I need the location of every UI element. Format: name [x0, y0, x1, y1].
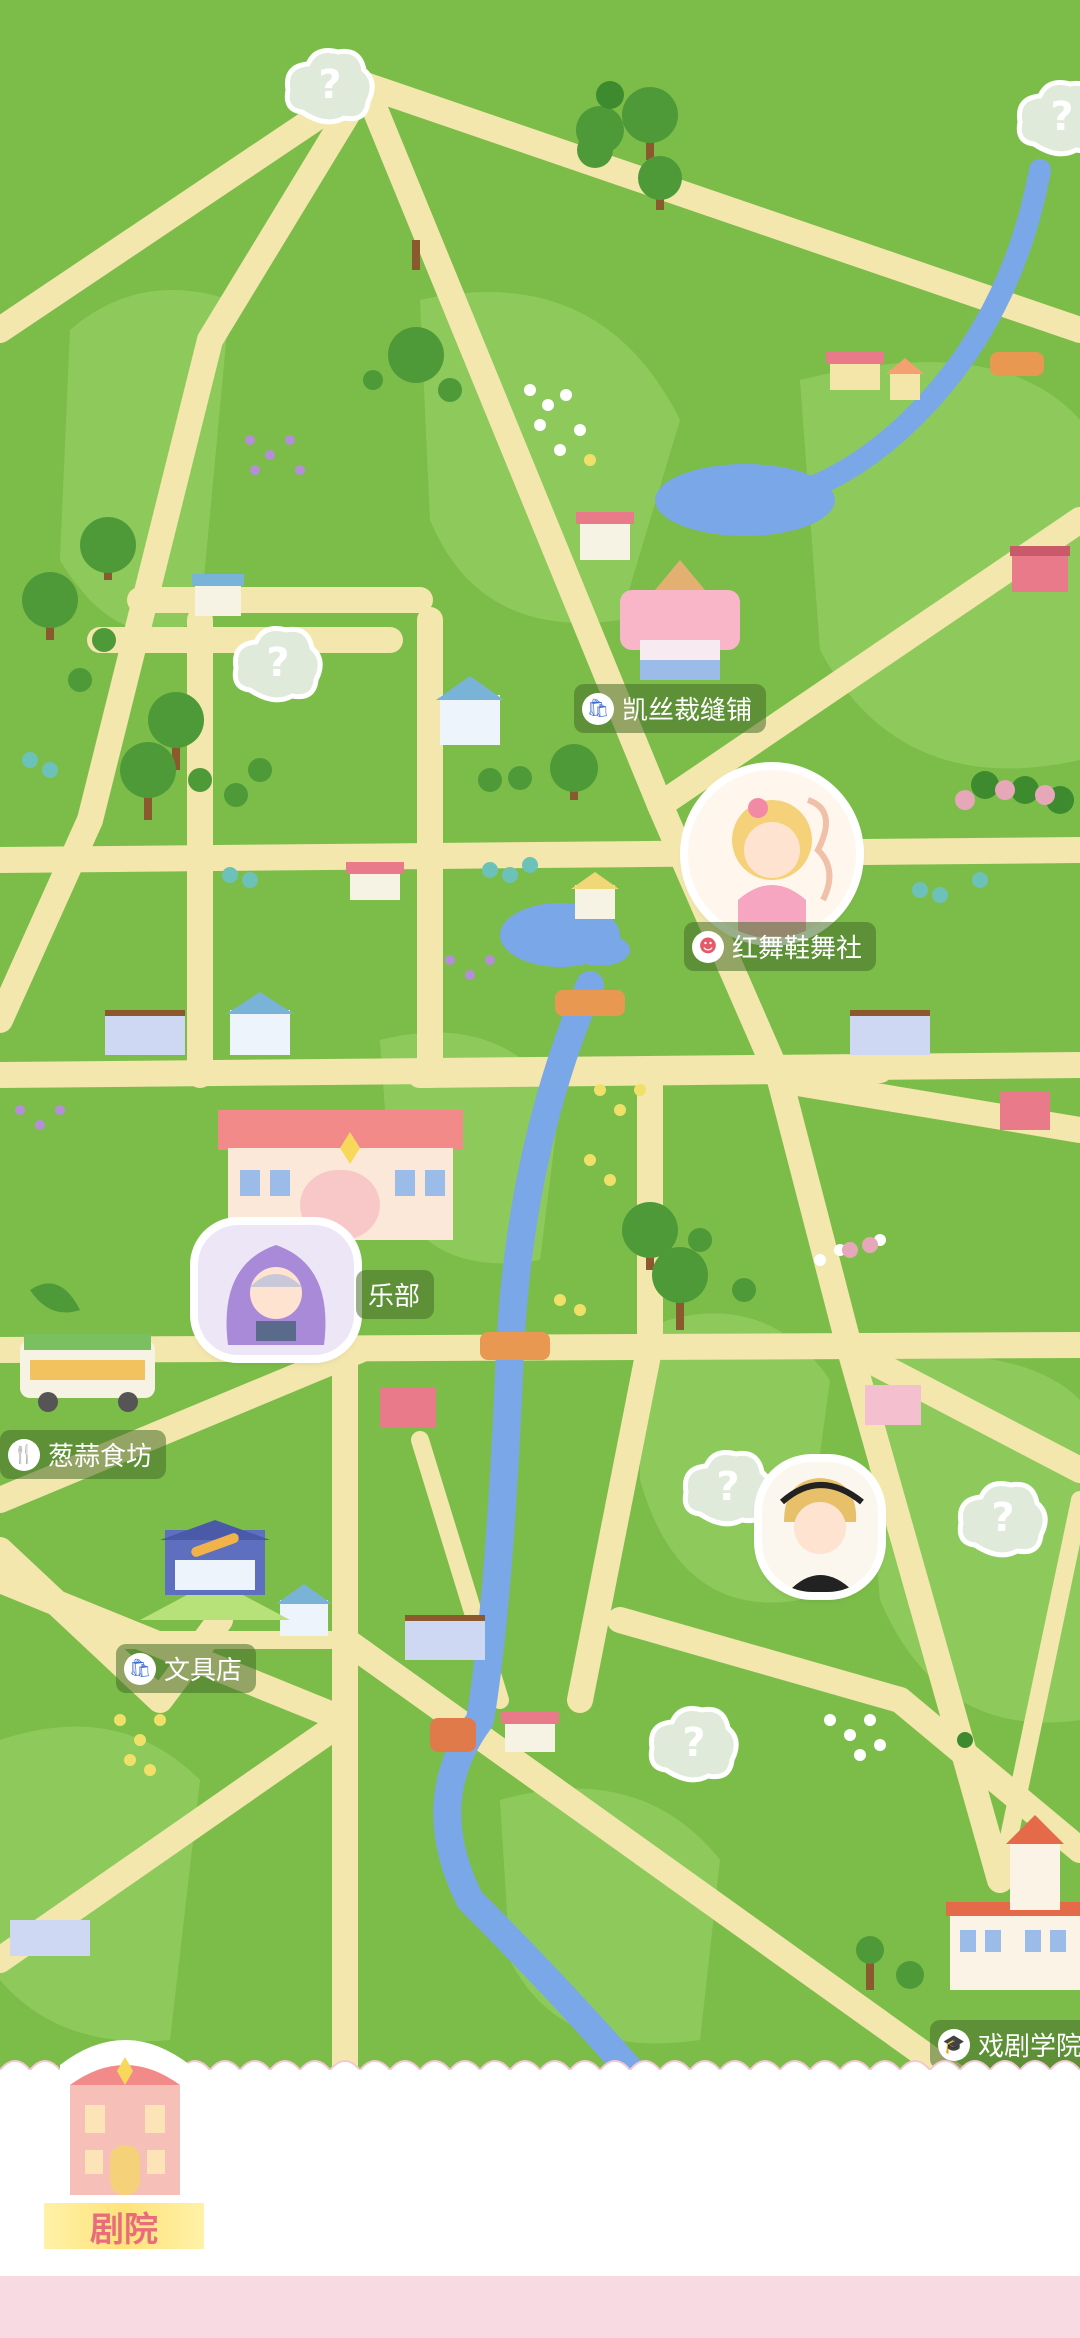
boy-character-avatar[interactable] [762, 1462, 878, 1592]
upper-pond [655, 464, 835, 536]
question-mark-icon: ? [682, 1720, 706, 1766]
location-label-dance[interactable]: ☻ 红舞鞋舞社 [684, 922, 877, 971]
question-mark-icon: ? [991, 1495, 1015, 1541]
mystery-location-1[interactable]: ? [282, 42, 378, 128]
club-building[interactable] [218, 1110, 463, 1240]
theatre-label: 剧院 [44, 2203, 204, 2250]
theatre-button[interactable]: 剧院 [30, 2005, 220, 2255]
hooded-character-avatar[interactable] [198, 1225, 354, 1355]
mystery-location-3[interactable]: ? [230, 620, 326, 706]
theatre-icon [60, 2040, 190, 2205]
food-label-text: 葱蒜食坊 [48, 1442, 153, 1472]
stationery-label-text: 文具店 [164, 1656, 243, 1686]
town-map[interactable] [0, 0, 1080, 2338]
location-label-club[interactable]: 乐部 [356, 1270, 435, 1319]
shopping-bag-icon: 🛍 [582, 692, 614, 725]
location-label-food[interactable]: 🍴 葱蒜食坊 [0, 1430, 167, 1479]
question-mark-icon: ? [1050, 94, 1074, 140]
dance-label-text: 红舞鞋舞社 [732, 934, 863, 964]
question-mark-icon: ? [318, 62, 342, 108]
dancer-character-avatar[interactable] [688, 770, 856, 938]
mystery-location-5[interactable]: ? [955, 1475, 1051, 1561]
location-label-stationery[interactable]: 🛍 文具店 [116, 1644, 257, 1693]
mystery-location-2[interactable]: ? [1014, 74, 1080, 160]
tailor-label-text: 凯丝裁缝铺 [622, 696, 753, 726]
location-label-tailor[interactable]: 🛍 凯丝裁缝铺 [574, 684, 767, 733]
club-label-text: 乐部 [368, 1282, 421, 1312]
mystery-location-6[interactable]: ? [646, 1700, 742, 1786]
masks-icon: ☻ [692, 930, 724, 963]
fork-knife-icon: 🍴 [8, 1438, 40, 1471]
question-mark-icon: ? [266, 640, 290, 686]
shopping-bag-icon: 🛍 [124, 1652, 156, 1685]
bottom-decor-strip [0, 2276, 1080, 2338]
map-stage: ? ? ? ? ? ? 🛍 凯丝裁缝铺 ☻ 红舞鞋舞社 乐部 🍴 葱蒜食坊 🛍 … [0, 0, 1080, 2338]
